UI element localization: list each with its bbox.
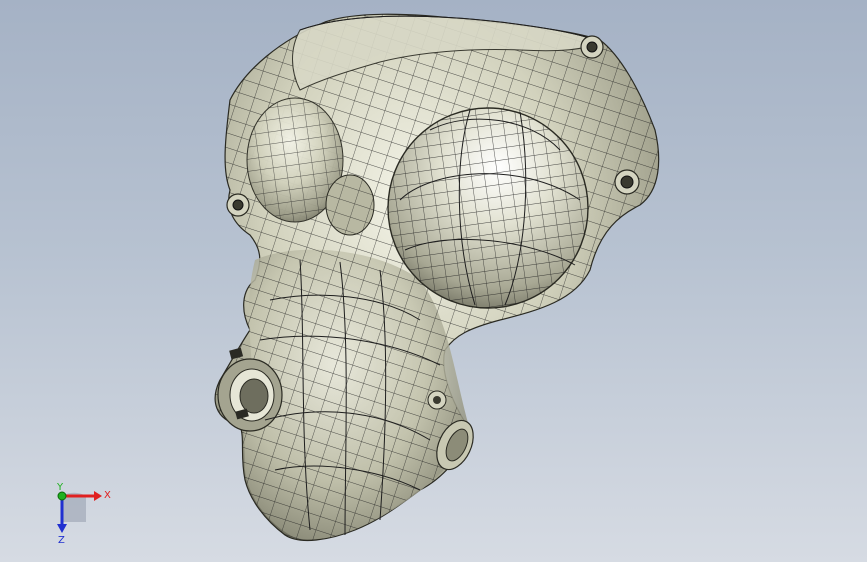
mounting-lug-left[interactable] bbox=[226, 193, 250, 217]
coordinate-triad: X Y Z bbox=[56, 482, 111, 544]
mounting-lug-lower[interactable] bbox=[427, 390, 447, 410]
mounting-lug-top-right[interactable] bbox=[580, 35, 604, 59]
triad-y-label: Y bbox=[56, 482, 64, 493]
triad-x-arrow bbox=[94, 491, 102, 501]
triad-z-label: Z bbox=[58, 535, 65, 544]
triad-z-arrow bbox=[57, 524, 67, 533]
engine-model[interactable] bbox=[0, 0, 867, 562]
triad-y-axis bbox=[57, 491, 67, 501]
mounting-lug-right[interactable] bbox=[614, 169, 640, 195]
clutch-cover[interactable] bbox=[387, 107, 589, 309]
triad-x-label: X bbox=[104, 490, 111, 501]
3d-graphics-viewport[interactable]: X Y Z bbox=[0, 0, 867, 562]
